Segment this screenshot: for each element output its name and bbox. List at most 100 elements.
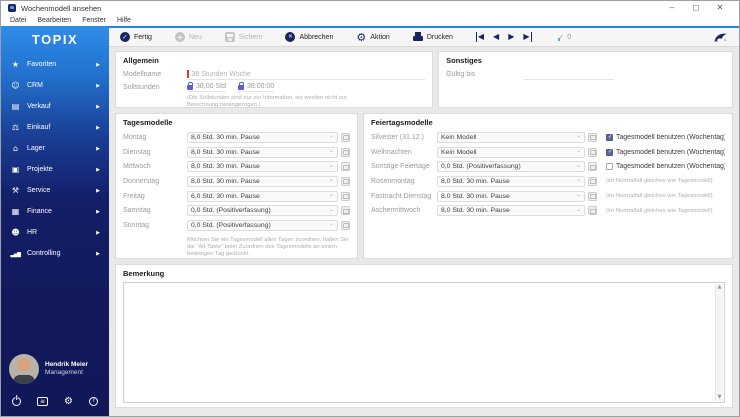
minimize-button[interactable]: – xyxy=(660,1,684,15)
tagesmodell-row: Montag 8,0 Std. 30 min. Pause xyxy=(123,130,350,145)
holiday-label: Weihnachten xyxy=(371,148,412,156)
help-icon[interactable] xyxy=(88,396,98,406)
tagesmodell-select-dienstag[interactable]: 8,0 Std. 30 min. Pause xyxy=(187,146,338,158)
feiertag-select-fastnacht-dienstag[interactable]: 8,0 Std. 30 min. Pause xyxy=(437,190,585,202)
open-model-button[interactable] xyxy=(588,206,597,216)
user-profile[interactable]: Hendrik Meier Management xyxy=(7,354,103,384)
tagesmodell-select-donnerstag[interactable]: 8,0 Std. 30 min. Pause xyxy=(187,175,338,187)
holiday-label: Aschermittwoch xyxy=(371,207,421,215)
feiertag-row: Rosenmontag 8,0 Std. 30 min. Pause (im N… xyxy=(371,174,725,189)
extra-label: Tagesmodell benutzen (Wochentag) xyxy=(616,148,725,156)
feiertag-select-rosenmontag[interactable]: 8,0 Std. 30 min. Pause xyxy=(437,175,585,187)
holiday-label: Rosenmontag xyxy=(371,177,415,185)
open-model-button[interactable] xyxy=(588,176,597,186)
tagesmodell-benutzen-checkbox[interactable] xyxy=(606,148,613,156)
sidebar-item-controlling[interactable]: Controlling xyxy=(1,243,109,264)
list-menu-icon[interactable] xyxy=(37,396,48,406)
sidebar-item-favoriten[interactable]: Favoriten xyxy=(1,54,109,75)
tagesmodell-row: Sonntag 0,0 Std. (Positiverfassung) xyxy=(123,218,350,233)
last-record-icon[interactable] xyxy=(523,32,532,42)
bemerkung-textarea[interactable] xyxy=(123,282,725,403)
scrollbar[interactable] xyxy=(715,284,723,401)
sidebar-item-verkauf[interactable]: Verkauf xyxy=(1,96,109,117)
lock-icon xyxy=(237,82,244,90)
tagesmodell-benutzen-checkbox[interactable] xyxy=(606,163,613,171)
sollstunden-zeit-field[interactable]: 38:00:00 xyxy=(237,82,275,92)
toolbar-button-label: Fertig xyxy=(134,33,152,41)
feiertag-select-weihnachten[interactable]: Kein Modell xyxy=(437,146,585,158)
power-icon[interactable] xyxy=(12,396,21,406)
tagesmodell-benutzen-checkbox[interactable] xyxy=(606,133,613,141)
people-icon xyxy=(10,228,21,237)
tagesmodell-select-montag[interactable]: 8,0 Std. 30 min. Pause xyxy=(187,131,338,143)
open-model-button[interactable] xyxy=(341,206,350,216)
modellname-field[interactable]: 38 Stunden Woche xyxy=(187,69,426,80)
chevron-down-icon xyxy=(576,149,581,156)
sidebar-item-projekte[interactable]: Projekte xyxy=(1,159,109,180)
save-icon xyxy=(224,32,235,42)
chevron-down-icon xyxy=(329,207,334,214)
sidebar-item-einkauf[interactable]: Einkauf xyxy=(1,117,109,138)
tagesmodell-select-mittwoch[interactable]: 8,0 Std. 30 min. Pause xyxy=(187,161,338,173)
next-record-icon[interactable] xyxy=(508,32,514,42)
chevron-right-icon xyxy=(96,188,100,194)
sidebar-item-finance[interactable]: Finance xyxy=(1,201,109,222)
open-model-button[interactable] xyxy=(588,191,597,201)
chevron-right-icon xyxy=(96,251,100,257)
sidebar-item-label: Finance xyxy=(27,208,52,215)
toolbar-button-abbrechen[interactable]: Abbrechen xyxy=(285,32,333,42)
sidebar-item-hr[interactable]: HR xyxy=(1,222,109,243)
open-model-button[interactable] xyxy=(341,132,350,142)
sidebar-item-service[interactable]: Service xyxy=(1,180,109,201)
user-name: Hendrik Meier xyxy=(45,360,88,368)
feiertag-select-aschermittwoch[interactable]: 8,0 Std. 30 min. Pause xyxy=(437,205,585,217)
scroll-up-icon[interactable] xyxy=(718,285,722,290)
tagesmodell-select-freitag[interactable]: 6,0 Std. 30 min. Pause xyxy=(187,190,338,202)
avatar[interactable] xyxy=(9,354,39,384)
menu-fenster[interactable]: Fenster xyxy=(82,17,106,24)
open-model-button[interactable] xyxy=(588,147,597,157)
toolbar-button-drucken[interactable]: Drucken xyxy=(412,32,453,42)
open-model-button[interactable] xyxy=(341,162,350,172)
tagesmodell-select-sonntag[interactable]: 0,0 Std. (Positiverfassung) xyxy=(187,219,338,231)
sollstunden-dezimal-field[interactable]: 38,00 Std xyxy=(187,82,226,92)
sidebar-item-lager[interactable]: Lager xyxy=(1,138,109,159)
feiertag-row: Fastnacht Dienstag 8,0 Std. 30 min. Paus… xyxy=(371,189,725,204)
toolbar-button-aktion[interactable]: Aktion xyxy=(356,32,389,42)
sidebar-item-crm[interactable]: CRM xyxy=(1,75,109,96)
open-model-button[interactable] xyxy=(341,176,350,186)
toolbar-button-label: Abbrechen xyxy=(299,33,334,41)
form-content: Allgemein Modellname 38 Stunden Woche So… xyxy=(109,47,739,416)
chevron-down-icon xyxy=(576,193,581,200)
close-button[interactable]: ✕ xyxy=(708,1,732,15)
first-record-icon[interactable] xyxy=(475,32,484,42)
feiertag-select-sonstige-feiertage[interactable]: 0,0 Std. (Positiverfassung) xyxy=(437,161,585,173)
previous-record-icon[interactable] xyxy=(493,32,499,42)
open-model-button[interactable] xyxy=(341,220,350,230)
menu-datei[interactable]: Datei xyxy=(10,17,26,24)
menu-bearbeiten[interactable]: Bearbeiten xyxy=(37,17,71,24)
chevron-right-icon xyxy=(96,125,100,131)
toolbar-button-neu[interactable]: Neu xyxy=(174,32,202,42)
sollstunden-label: Sollstunden xyxy=(123,84,160,91)
feiertag-select-silvester-31-12[interactable]: Kein Modell xyxy=(437,131,585,143)
settings-gear-icon[interactable] xyxy=(64,396,73,407)
open-model-button[interactable] xyxy=(588,132,597,142)
menu-hilfe[interactable]: Hilfe xyxy=(117,17,131,24)
warehouse-icon xyxy=(10,144,21,153)
chevron-down-icon xyxy=(329,222,334,229)
text-caret xyxy=(187,70,189,78)
open-model-button[interactable] xyxy=(341,191,350,201)
day-label: Mittwoch xyxy=(123,163,151,171)
plus-circle-icon xyxy=(174,32,185,42)
tagesmodell-select-samstag[interactable]: 0,0 Std. (Positiverfassung) xyxy=(187,205,338,217)
feiertag-row: Aschermittwoch 8,0 Std. 30 min. Pause (i… xyxy=(371,203,725,218)
scroll-down-icon[interactable] xyxy=(718,395,722,400)
toolbar-button-fertig[interactable]: Fertig xyxy=(120,32,152,42)
dolphin-icon[interactable] xyxy=(713,32,728,43)
toolbar-button-sichern[interactable]: Sichern xyxy=(224,32,262,42)
gueltig-bis-field[interactable] xyxy=(524,69,615,80)
maximize-button[interactable]: ◻ xyxy=(684,1,708,15)
open-model-button[interactable] xyxy=(341,147,350,157)
open-model-button[interactable] xyxy=(588,162,597,172)
